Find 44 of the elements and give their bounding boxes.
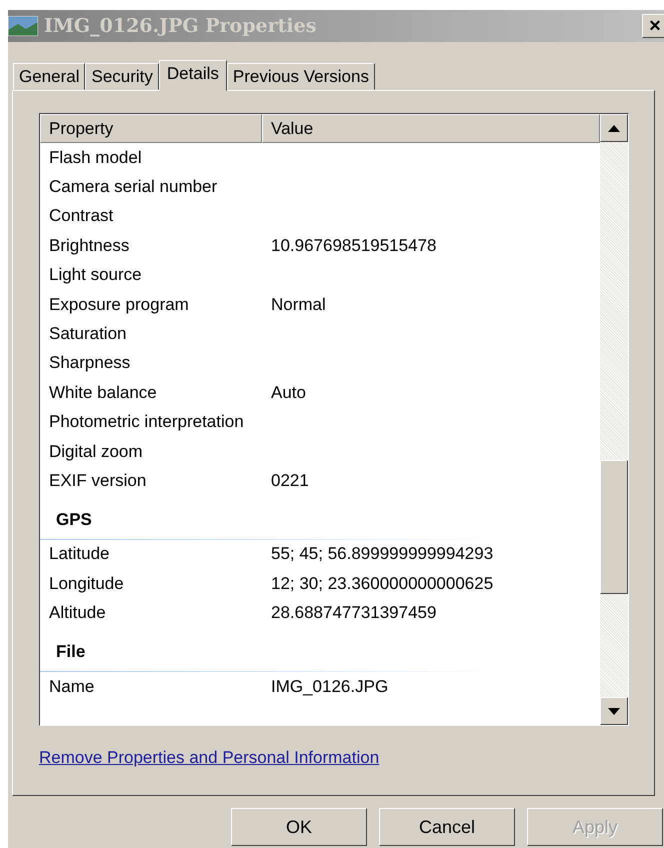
scroll-down-button[interactable] bbox=[600, 697, 628, 725]
property-value: 28.688747731397459 bbox=[270, 603, 436, 624]
property-value: Auto bbox=[270, 382, 306, 403]
property-name: EXIF version bbox=[48, 470, 148, 491]
property-name: Saturation bbox=[48, 324, 128, 344]
column-header[interactable]: Property bbox=[40, 114, 262, 143]
group-heading: GPS bbox=[55, 510, 92, 530]
property-name: Brightness bbox=[48, 236, 130, 256]
close-button[interactable]: × bbox=[642, 14, 664, 38]
property-value: Normal bbox=[270, 294, 326, 315]
property-value: 10.967698519515478 bbox=[270, 236, 436, 256]
tab[interactable]: Security bbox=[85, 63, 159, 90]
tab[interactable]: Details bbox=[158, 60, 227, 91]
remove-properties-link[interactable]: Remove Properties and Personal Information bbox=[39, 748, 380, 768]
property-name: Sharpness bbox=[48, 353, 132, 374]
tab[interactable]: Previous Versions bbox=[226, 63, 375, 90]
tab[interactable]: General bbox=[13, 63, 86, 90]
property-value: 12; 30; 23.360000000000625 bbox=[270, 574, 494, 594]
property-value: IMG_0126.JPG bbox=[270, 676, 388, 697]
scroll-up-button[interactable] bbox=[600, 114, 628, 142]
scrollbar[interactable] bbox=[600, 114, 628, 725]
property-name: Exposure program bbox=[48, 294, 190, 315]
property-name: Light source bbox=[48, 265, 143, 286]
property-value: 55; 45; 56.899999999994293 bbox=[270, 544, 494, 564]
property-name: White balance bbox=[48, 382, 158, 403]
property-name: Photometric interpretation bbox=[48, 412, 245, 432]
picture-file-icon bbox=[8, 16, 38, 36]
property-name: Contrast bbox=[48, 206, 114, 226]
group-heading: File bbox=[55, 642, 86, 662]
property-name: Latitude bbox=[48, 544, 110, 564]
triangle-up-icon bbox=[608, 124, 620, 132]
dialog-button[interactable]: Cancel bbox=[379, 808, 515, 846]
dialog-button[interactable]: OK bbox=[231, 808, 367, 846]
scroll-thumb[interactable] bbox=[600, 460, 628, 594]
column-header[interactable]: Value bbox=[262, 114, 600, 143]
property-name: Camera serial number bbox=[48, 177, 218, 198]
triangle-down-icon bbox=[608, 708, 620, 714]
property-name: Longitude bbox=[48, 574, 125, 594]
property-name: Altitude bbox=[48, 603, 107, 624]
property-value: 0221 bbox=[270, 470, 309, 491]
window-title: IMG_0126.JPG Properties bbox=[44, 15, 318, 37]
property-name: Flash model bbox=[48, 148, 143, 168]
property-name: Name bbox=[48, 676, 96, 697]
property-name: Digital zoom bbox=[48, 442, 144, 462]
